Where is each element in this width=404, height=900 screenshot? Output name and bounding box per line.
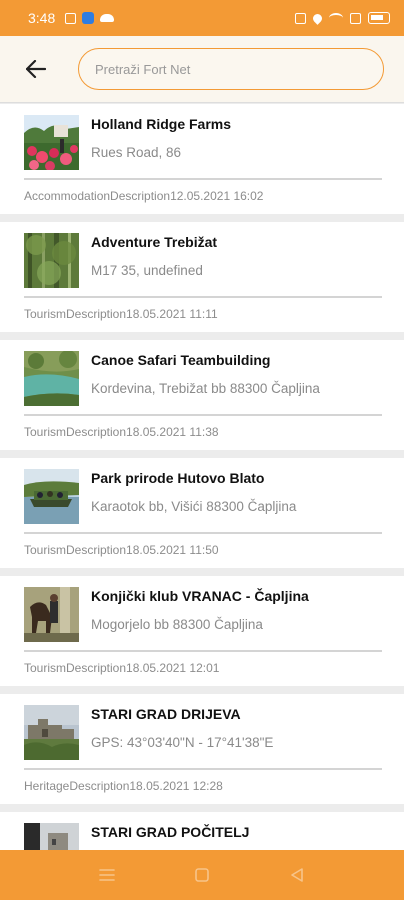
item-meta: TourismDescription18.05.2021 12:01 (24, 661, 220, 675)
item-title: Adventure Trebižat (91, 234, 218, 250)
list-item[interactable]: Holland Ridge Farms Rues Road, 86 Accomm… (0, 104, 404, 214)
item-meta: AccommodationDescription12.05.2021 16:02 (24, 189, 264, 203)
item-title: Konjički klub VRANAC - Čapljina (91, 588, 309, 604)
divider (24, 178, 382, 180)
back-nav-button[interactable] (277, 855, 317, 895)
sim-icon (350, 12, 361, 24)
item-title: STARI GRAD POČITELJ (91, 824, 250, 840)
item-address: GPS: 43°03'40"N - 17°41'38"E (91, 735, 274, 750)
item-meta: TourismDescription18.05.2021 11:11 (24, 307, 218, 321)
list-item[interactable]: Adventure Trebižat M17 35, undefined Tou… (0, 222, 404, 332)
horse-thumbnail (24, 587, 79, 642)
boat-lake-thumbnail (24, 469, 79, 524)
system-nav-bar (0, 850, 404, 900)
divider (24, 532, 382, 534)
search-input[interactable] (95, 61, 367, 77)
arrow-left-icon (26, 60, 46, 78)
list-item[interactable]: STARI GRAD POČITELJ (0, 812, 404, 850)
tulip-field-thumbnail (24, 115, 79, 170)
item-address: Kordevina, Trebižat bb 88300 Čapljina (91, 381, 320, 396)
forest-thumbnail (24, 233, 79, 288)
item-meta: TourismDescription18.05.2021 11:38 (24, 425, 219, 439)
battery-icon (368, 12, 390, 24)
item-title: Park prirode Hutovo Blato (91, 470, 265, 486)
item-meta: HeritageDescription18.05.2021 12:28 (24, 779, 223, 793)
menu-icon (99, 869, 116, 881)
vibrate-icon (295, 12, 306, 24)
ruins-thumbnail (24, 705, 79, 760)
divider (24, 296, 382, 298)
square-home-icon (195, 868, 209, 882)
divider (24, 768, 382, 770)
list-item[interactable]: Canoe Safari Teambuilding Kordevina, Tre… (0, 340, 404, 450)
status-time: 3:48 (28, 10, 56, 26)
results-list[interactable]: Holland Ridge Farms Rues Road, 86 Accomm… (0, 104, 404, 850)
item-address: M17 35, undefined (91, 263, 203, 278)
menu-nav-button[interactable] (87, 855, 127, 895)
app-notification-icon (82, 12, 95, 24)
item-meta: TourismDescription18.05.2021 11:50 (24, 543, 219, 557)
divider (24, 414, 382, 416)
cloud-icon (100, 14, 115, 22)
mail-icon (65, 12, 77, 24)
item-title: STARI GRAD DRIJEVA (91, 706, 241, 722)
list-item[interactable]: Park prirode Hutovo Blato Karaotok bb, V… (0, 458, 404, 568)
river-thumbnail (24, 351, 79, 406)
divider (24, 650, 382, 652)
item-address: Rues Road, 86 (91, 145, 182, 160)
back-button[interactable] (14, 47, 58, 91)
app-header (0, 36, 404, 103)
item-title: Canoe Safari Teambuilding (91, 352, 271, 368)
item-title: Holland Ridge Farms (91, 116, 232, 132)
old-town-thumbnail (24, 823, 79, 850)
status-bar: 3:48 (0, 0, 404, 36)
item-address: Mogorjelo bb 88300 Čapljina (91, 617, 263, 632)
search-box[interactable] (78, 48, 384, 90)
wifi-icon (329, 13, 343, 23)
triangle-back-icon (290, 868, 303, 882)
item-address: Karaotok bb, Višići 88300 Čapljina (91, 499, 297, 514)
home-nav-button[interactable] (182, 855, 222, 895)
location-icon (311, 11, 324, 25)
list-item[interactable]: STARI GRAD DRIJEVA GPS: 43°03'40"N - 17°… (0, 694, 404, 804)
list-item[interactable]: Konjički klub VRANAC - Čapljina Mogorjel… (0, 576, 404, 686)
